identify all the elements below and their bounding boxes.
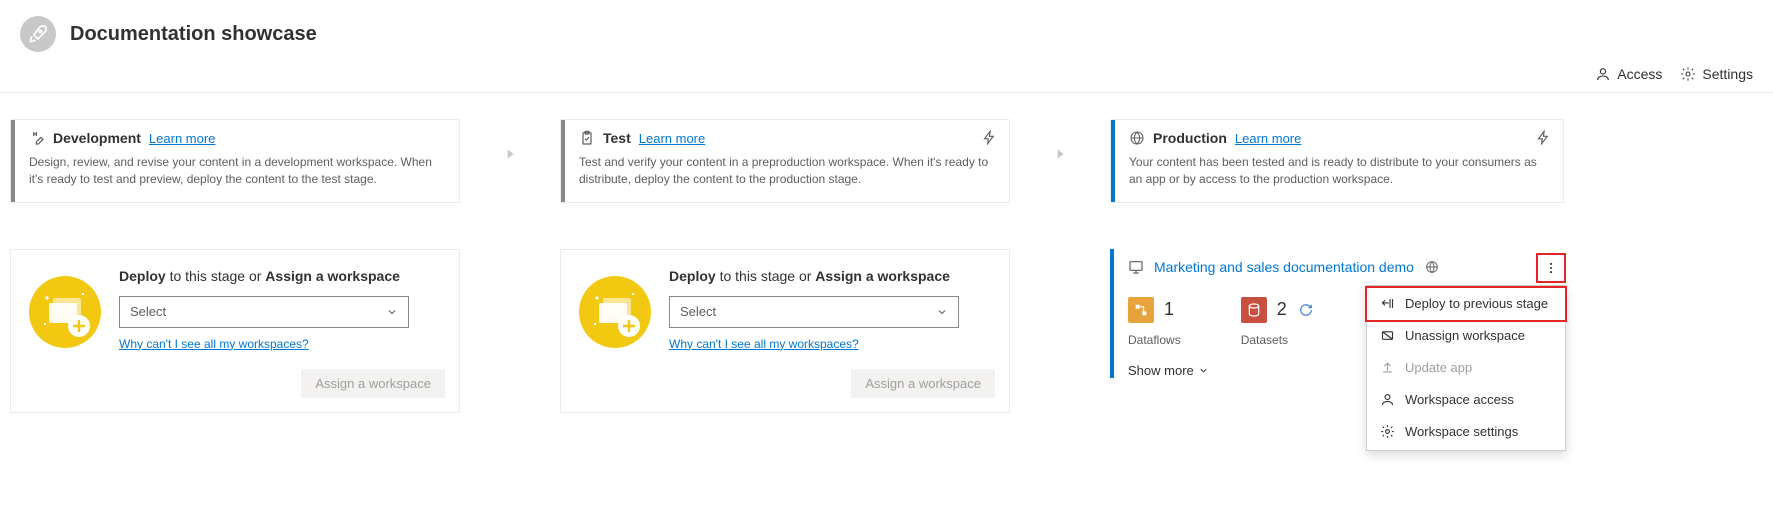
unassign-icon bbox=[1379, 328, 1395, 344]
upload-icon bbox=[1379, 360, 1395, 376]
dataset-icon bbox=[1241, 297, 1267, 323]
assign-workspace-card-test: Deploy to this stage or Assign a workspa… bbox=[560, 249, 1010, 413]
assign-title: Deploy to this stage or Assign a workspa… bbox=[669, 268, 995, 284]
learn-more-link[interactable]: Learn more bbox=[639, 131, 705, 146]
person-icon bbox=[1595, 66, 1611, 82]
refresh-icon[interactable] bbox=[1299, 303, 1313, 317]
stage-title: Development bbox=[53, 130, 141, 146]
workspace-link[interactable]: Marketing and sales documentation demo bbox=[1154, 259, 1414, 275]
monitor-icon bbox=[1128, 259, 1144, 275]
assign-workspace-card-dev: Deploy to this stage or Assign a workspa… bbox=[10, 249, 460, 413]
access-button[interactable]: Access bbox=[1595, 66, 1662, 82]
chevron-down-icon bbox=[936, 306, 948, 318]
page-header: Documentation showcase bbox=[0, 0, 1773, 60]
lightning-icon[interactable] bbox=[982, 130, 997, 148]
settings-button[interactable]: Settings bbox=[1680, 66, 1753, 82]
workspace-context-menu: Deploy to previous stage Unassign worksp… bbox=[1366, 285, 1566, 451]
stage-development: Development Learn more Design, review, a… bbox=[10, 119, 460, 203]
gear-icon bbox=[1379, 424, 1395, 440]
person-icon bbox=[1379, 392, 1395, 408]
stat-dataflows: 1 Dataflows bbox=[1128, 297, 1181, 347]
page-title: Documentation showcase bbox=[70, 23, 317, 46]
stage-arrow-icon bbox=[1010, 119, 1110, 161]
menu-deploy-previous[interactable]: Deploy to previous stage bbox=[1365, 286, 1567, 322]
stat-datasets: 2 Datasets bbox=[1241, 297, 1313, 347]
stage-arrow-icon bbox=[460, 119, 560, 161]
stage-test: Test Learn more Test and verify your con… bbox=[560, 119, 1010, 203]
show-more-button[interactable]: Show more bbox=[1128, 363, 1209, 378]
deploy-previous-icon bbox=[1379, 296, 1395, 312]
production-workspace-panel: Marketing and sales documentation demo 1… bbox=[1110, 249, 1564, 378]
lower-row: Deploy to this stage or Assign a workspa… bbox=[0, 203, 1773, 413]
lightning-icon[interactable] bbox=[1536, 130, 1551, 148]
menu-update-app: Update app bbox=[1367, 352, 1565, 384]
stages-row: Development Learn more Design, review, a… bbox=[0, 93, 1773, 203]
chevron-down-icon bbox=[386, 306, 398, 318]
stage-description: Test and verify your content in a prepro… bbox=[579, 154, 995, 188]
tools-icon bbox=[29, 130, 45, 146]
workspace-add-icon bbox=[29, 276, 101, 348]
menu-workspace-settings[interactable]: Workspace settings bbox=[1367, 416, 1565, 448]
learn-more-link[interactable]: Learn more bbox=[1235, 131, 1301, 146]
workspace-add-icon bbox=[579, 276, 651, 348]
menu-unassign-workspace[interactable]: Unassign workspace bbox=[1367, 320, 1565, 352]
workspace-select[interactable]: Select bbox=[119, 296, 409, 328]
more-options-button[interactable] bbox=[1536, 253, 1566, 283]
workspace-select[interactable]: Select bbox=[669, 296, 959, 328]
more-vertical-icon bbox=[1544, 261, 1558, 275]
assign-workspace-button[interactable]: Assign a workspace bbox=[301, 369, 445, 398]
rocket-icon bbox=[20, 16, 56, 52]
stage-description: Design, review, and revise your content … bbox=[29, 154, 445, 188]
menu-workspace-access[interactable]: Workspace access bbox=[1367, 384, 1565, 416]
globe-icon bbox=[1129, 130, 1145, 146]
top-toolbar: Access Settings bbox=[0, 60, 1773, 93]
why-workspaces-link[interactable]: Why can't I see all my workspaces? bbox=[119, 337, 309, 351]
clipboard-icon bbox=[579, 130, 595, 146]
assign-workspace-button[interactable]: Assign a workspace bbox=[851, 369, 995, 398]
dataflow-icon bbox=[1128, 297, 1154, 323]
chevron-down-icon bbox=[1198, 365, 1209, 376]
assign-title: Deploy to this stage or Assign a workspa… bbox=[119, 268, 445, 284]
why-workspaces-link[interactable]: Why can't I see all my workspaces? bbox=[669, 337, 859, 351]
globe-small-icon bbox=[1424, 259, 1440, 275]
stage-description: Your content has been tested and is read… bbox=[1129, 154, 1549, 188]
gear-icon bbox=[1680, 66, 1696, 82]
stage-title: Test bbox=[603, 130, 631, 146]
stage-production: Production Learn more Your content has b… bbox=[1110, 119, 1564, 203]
stage-title: Production bbox=[1153, 130, 1227, 146]
learn-more-link[interactable]: Learn more bbox=[149, 131, 215, 146]
